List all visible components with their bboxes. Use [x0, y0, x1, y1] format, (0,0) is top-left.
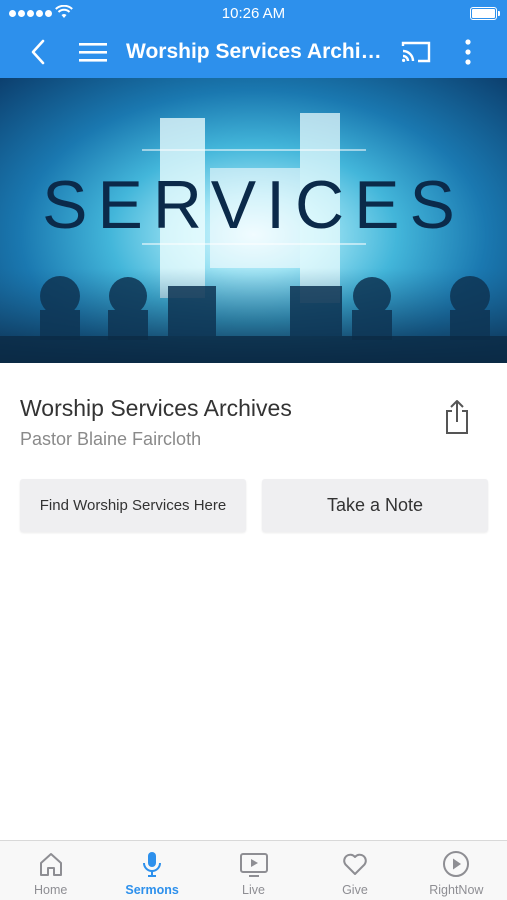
app-header: 10:26 AM Worship Services Archives — [0, 0, 507, 78]
share-button[interactable] — [440, 398, 474, 436]
play-circle-icon — [443, 851, 470, 877]
cast-button[interactable] — [396, 28, 436, 76]
tab-label: Sermons — [125, 883, 179, 897]
menu-button[interactable] — [76, 28, 110, 76]
cast-icon — [401, 41, 431, 63]
tab-give[interactable]: Give — [304, 841, 405, 900]
tab-label: Give — [342, 883, 368, 897]
tv-play-icon — [239, 853, 268, 877]
take-a-note-button[interactable]: Take a Note — [262, 479, 488, 532]
nav-bar: Worship Services Archives — [0, 28, 507, 78]
back-button[interactable] — [22, 28, 54, 76]
share-icon — [446, 400, 468, 434]
tab-live[interactable]: Live — [203, 841, 304, 900]
home-icon — [39, 853, 62, 876]
tab-label: Home — [34, 883, 68, 897]
back-chevron-icon — [31, 39, 45, 65]
battery-icon — [470, 7, 500, 20]
hero-title: SERVICES — [42, 167, 465, 243]
more-options-button[interactable] — [452, 28, 484, 76]
pastor-name: Pastor Blaine Faircloth — [20, 429, 202, 449]
status-time: 10:26 AM — [221, 5, 286, 22]
app-screen: 10:26 AM Worship Services Archives SERVI… — [0, 0, 507, 900]
heart-icon — [343, 853, 367, 875]
more-vertical-icon — [465, 39, 471, 65]
status-bar: 10:26 AM — [0, 0, 507, 26]
tab-rightnow[interactable]: RightNow — [406, 841, 507, 900]
tab-label: RightNow — [429, 883, 484, 897]
sermon-info: Worship Services Archives Pastor Blaine … — [20, 393, 420, 452]
tab-bar: Home Sermons Live Give RightNow — [0, 840, 507, 900]
tab-label: Live — [242, 883, 265, 897]
hero-banner: SERVICES — [0, 78, 507, 363]
page-title: Worship Services Archives — [126, 40, 388, 63]
series-title: Worship Services Archives — [20, 395, 292, 421]
find-worship-services-button[interactable]: Find Worship Services Here — [20, 479, 246, 532]
hamburger-menu-icon — [79, 43, 107, 62]
tab-sermons[interactable]: Sermons — [101, 841, 202, 900]
microphone-icon — [143, 852, 162, 877]
tab-home[interactable]: Home — [0, 841, 101, 900]
